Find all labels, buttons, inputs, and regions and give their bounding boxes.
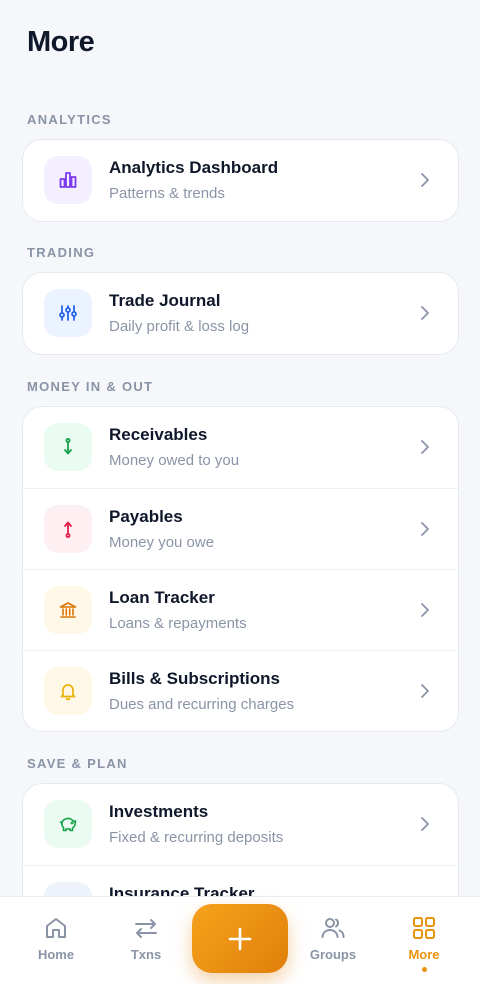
trading-card: Trade Journal Daily profit & loss log	[22, 272, 459, 355]
bank-icon	[44, 586, 92, 634]
menu-item-subtitle: Money you owe	[109, 534, 215, 551]
menu-item-title: Receivables	[109, 425, 208, 444]
users-icon	[321, 918, 345, 938]
menu-item-title: Trade Journal	[109, 291, 221, 310]
menu-item-title: Loan Tracker	[109, 588, 215, 607]
more-screen: More ANALYTICS Analytics Dashboard Patte…	[0, 0, 480, 896]
menu-item-payables[interactable]: Payables Money you owe	[23, 488, 458, 569]
money-card: Receivables Money owed to you Payables M…	[22, 406, 459, 732]
sliders-icon	[44, 289, 92, 337]
page-title: More	[27, 26, 95, 58]
menu-item-title: Insurance Tracker	[109, 884, 255, 896]
shield-icon	[44, 882, 92, 896]
nav-label: More	[408, 947, 440, 962]
menu-item-trade-journal[interactable]: Trade Journal Daily profit & loss log	[23, 273, 458, 354]
nav-groups[interactable]: Groups	[293, 897, 373, 984]
chevron-right-icon	[421, 306, 429, 320]
chevron-right-icon	[421, 173, 429, 187]
active-indicator-dot	[421, 967, 427, 972]
menu-item-title: Payables	[109, 507, 183, 526]
menu-item-subtitle: Loans & repayments	[109, 615, 247, 632]
nav-txns[interactable]: Txns	[106, 897, 186, 984]
chevron-right-icon	[421, 684, 429, 698]
menu-item-subtitle: Daily profit & loss log	[109, 318, 250, 335]
menu-item-subtitle: Patterns & trends	[109, 185, 225, 202]
swap-arrows-icon	[135, 919, 157, 938]
menu-item-title: Bills & Subscriptions	[109, 669, 280, 688]
section-label-money: MONEY IN & OUT	[27, 379, 154, 394]
analytics-card: Analytics Dashboard Patterns & trends	[22, 139, 459, 222]
menu-item-insurance-tracker[interactable]: Insurance Tracker	[23, 865, 458, 896]
bar-chart-icon	[44, 156, 92, 204]
plus-icon	[228, 927, 252, 950]
chevron-right-icon	[421, 603, 429, 617]
grid-icon	[413, 917, 435, 939]
arrow-in-icon	[44, 423, 92, 471]
menu-item-subtitle: Fixed & recurring deposits	[109, 829, 284, 846]
chevron-right-icon	[421, 522, 429, 536]
menu-item-analytics-dashboard[interactable]: Analytics Dashboard Patterns & trends	[23, 140, 458, 221]
home-icon	[46, 918, 66, 938]
nav-home[interactable]: Home	[16, 897, 96, 984]
nav-label: Home	[37, 947, 75, 962]
piggy-bank-icon	[44, 800, 92, 848]
section-label-trading: TRADING	[27, 245, 96, 260]
nav-more[interactable]: More	[384, 897, 464, 984]
menu-item-bills-subscriptions[interactable]: Bills & Subscriptions Dues and recurring…	[23, 650, 458, 731]
nav-label: Txns	[130, 947, 162, 962]
section-label-save-plan: SAVE & PLAN	[27, 756, 128, 771]
menu-item-subtitle: Dues and recurring charges	[109, 696, 295, 713]
menu-item-title: Analytics Dashboard	[109, 158, 279, 177]
save-plan-card: Investments Fixed & recurring deposits I…	[22, 783, 459, 896]
arrow-out-icon	[44, 505, 92, 553]
menu-item-subtitle: Money owed to you	[109, 452, 240, 469]
menu-item-loan-tracker[interactable]: Loan Tracker Loans & repayments	[23, 569, 458, 650]
bell-icon	[44, 667, 92, 715]
menu-item-title: Investments	[109, 802, 209, 821]
section-label-analytics: ANALYTICS	[27, 112, 112, 127]
menu-item-investments[interactable]: Investments Fixed & recurring deposits	[23, 784, 458, 865]
menu-item-receivables[interactable]: Receivables Money owed to you	[23, 407, 458, 488]
chevron-right-icon	[421, 440, 429, 454]
chevron-right-icon	[421, 817, 429, 831]
add-transaction-button[interactable]	[192, 904, 288, 973]
nav-label: Groups	[309, 947, 357, 962]
